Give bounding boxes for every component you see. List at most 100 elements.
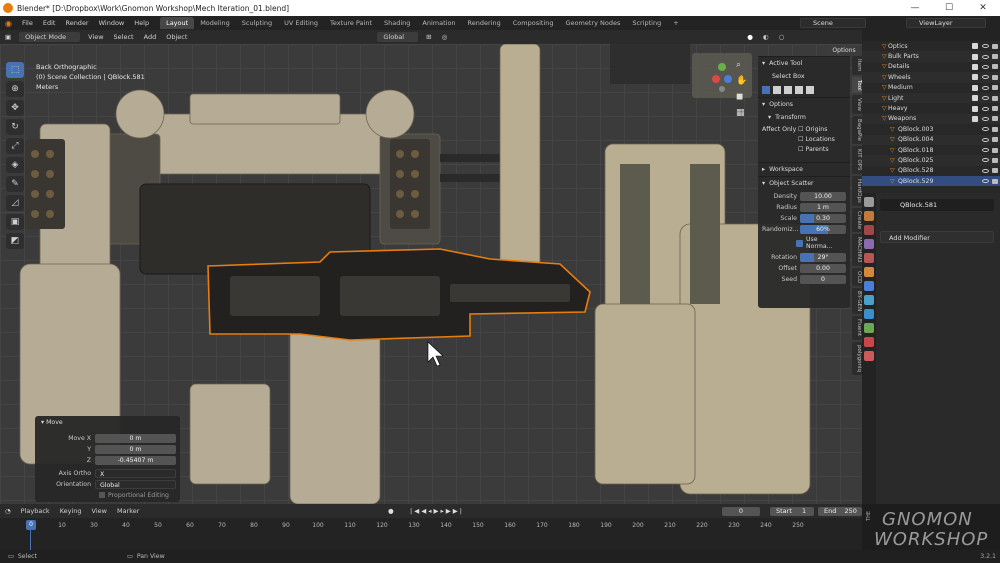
scene-props-icon[interactable] xyxy=(864,253,874,263)
outliner-item[interactable]: ▽ QBlock.003 xyxy=(862,124,1000,134)
close-button[interactable]: ✕ xyxy=(966,0,1000,16)
density-field[interactable]: 10.00 xyxy=(800,191,846,201)
menu-add[interactable]: Add xyxy=(139,33,162,41)
select-box-row[interactable]: Select Box xyxy=(758,70,850,83)
cursor-tool-icon[interactable]: ⊕ xyxy=(6,81,24,97)
menu-help[interactable]: Help xyxy=(129,19,154,27)
active-tool-section[interactable]: ▾ Active Tool xyxy=(758,56,850,70)
offset-field[interactable]: 0.00 xyxy=(800,263,846,273)
camera-icon[interactable] xyxy=(992,157,998,163)
tab-animation[interactable]: Animation xyxy=(416,17,461,29)
outliner-item[interactable]: ▽ Bulk Parts xyxy=(862,51,1000,62)
playback-controls[interactable]: |◀◀◂▶▸▶▶| xyxy=(410,507,464,515)
object-props-icon[interactable] xyxy=(864,267,874,277)
eye-icon[interactable] xyxy=(982,75,989,80)
orientation-dropdown[interactable]: Global xyxy=(377,32,419,42)
eye-icon[interactable] xyxy=(982,106,989,111)
render-props-icon[interactable] xyxy=(864,211,874,221)
shading-rendered-icon[interactable]: ○ xyxy=(774,33,790,41)
shading-solid-icon[interactable]: ● xyxy=(742,33,758,41)
scale-tool-icon[interactable]: ⤢ xyxy=(6,138,24,154)
outliner-item[interactable]: ▽ QBlock.528 xyxy=(862,166,1000,176)
menu-select[interactable]: Select xyxy=(109,33,139,41)
workspace-section[interactable]: ▸ Workspace xyxy=(758,162,850,176)
eye-icon[interactable] xyxy=(982,116,989,121)
snap-icon[interactable]: ⊞ xyxy=(421,33,436,41)
seed-field[interactable]: 0 xyxy=(800,274,846,284)
eye-icon[interactable] xyxy=(982,127,989,132)
minimize-button[interactable]: — xyxy=(898,0,932,16)
eye-icon[interactable] xyxy=(982,168,989,173)
move-x-field[interactable]: 0 m xyxy=(95,433,176,443)
camera-icon[interactable] xyxy=(992,64,998,70)
particles-icon[interactable] xyxy=(864,295,874,305)
camera-icon[interactable] xyxy=(992,85,998,91)
use-normal-checkbox[interactable] xyxy=(796,239,803,247)
pan-hand-icon[interactable]: ✋ xyxy=(736,76,747,86)
orientation-select[interactable]: Global xyxy=(95,479,176,489)
checkbox-icon[interactable] xyxy=(972,115,978,122)
tab-sculpting[interactable]: Sculpting xyxy=(236,17,278,29)
tab-shading[interactable]: Shading xyxy=(378,17,416,29)
outliner-item[interactable]: ▽ Light xyxy=(862,92,1000,104)
editor-type-icon[interactable]: ▣ xyxy=(0,33,16,41)
maximize-button[interactable]: ☐ xyxy=(932,0,966,16)
checkbox-icon[interactable] xyxy=(972,43,978,50)
outliner-item[interactable]: ▽ Heavy xyxy=(862,103,1000,113)
menu-window[interactable]: Window xyxy=(94,19,130,27)
camera-icon[interactable] xyxy=(992,168,998,174)
select-intersect-icon[interactable] xyxy=(806,86,814,94)
sidebar-tab-fluent[interactable]: Fluent xyxy=(852,316,862,340)
data-props-icon[interactable] xyxy=(864,323,874,333)
timeline-editor-icon[interactable]: ◔ xyxy=(0,507,16,515)
sidebar-tab-ocd[interactable]: OCD xyxy=(852,267,862,287)
outliner-item[interactable]: ▽ QBlock.018 xyxy=(862,145,1000,155)
scene-selector[interactable]: Scene xyxy=(800,18,866,28)
menu-view[interactable]: View xyxy=(83,33,108,41)
select-box-tool-icon[interactable]: ⬚ xyxy=(6,62,24,78)
blender-menu-icon[interactable]: ◉ xyxy=(0,19,17,28)
transform-section[interactable]: ▾ Transform xyxy=(758,111,850,124)
outliner-item[interactable]: ▽ Medium xyxy=(862,83,1000,93)
outliner-item-selected[interactable]: ▽ QBlock.529 xyxy=(862,176,1000,187)
sidebar-tab-tool[interactable]: Tool xyxy=(852,76,862,94)
add-workspace-button[interactable]: + xyxy=(667,17,684,29)
tab-geometry-nodes[interactable]: Geometry Nodes xyxy=(560,17,627,29)
outliner-item[interactable]: ▽ QBlock.025 xyxy=(862,155,1000,166)
camera-icon[interactable] xyxy=(992,106,998,112)
view-layer-props-icon[interactable] xyxy=(864,239,874,249)
camera-icon[interactable] xyxy=(992,116,998,122)
radius-field[interactable]: 1 m xyxy=(800,202,846,212)
eye-icon[interactable] xyxy=(982,54,989,59)
affect-origins-checkbox[interactable]: ☐ Origins xyxy=(798,126,827,133)
outliner-item[interactable]: ▽ Optics xyxy=(862,41,1000,51)
ortho-grid-icon[interactable]: ▦ xyxy=(736,108,747,118)
checkbox-icon[interactable] xyxy=(972,95,978,102)
tool-props-icon[interactable] xyxy=(864,197,874,207)
sidebar-tab-kitops[interactable]: KIT OPS xyxy=(852,146,862,174)
checkbox-icon[interactable] xyxy=(972,74,978,81)
select-new-icon[interactable] xyxy=(762,86,770,94)
tab-uv-editing[interactable]: UV Editing xyxy=(278,17,324,29)
eye-icon[interactable] xyxy=(982,158,989,163)
modifier-wrench-icon[interactable] xyxy=(864,281,874,291)
sidebar-tab-polygoniq[interactable]: polygoniq xyxy=(852,341,862,375)
sidebar-tab-bagapie[interactable]: BagaPie xyxy=(852,116,862,145)
move-panel-header[interactable]: ▾ Move xyxy=(35,416,180,429)
randomize-field[interactable]: 60% xyxy=(800,224,846,234)
eye-icon[interactable] xyxy=(982,64,989,69)
menu-file[interactable]: File xyxy=(17,19,38,27)
camera-icon[interactable] xyxy=(992,126,998,132)
timeline-menu-playback[interactable]: Playback xyxy=(16,507,55,515)
physics-icon[interactable] xyxy=(864,309,874,319)
rotate-tool-icon[interactable]: ↻ xyxy=(6,119,24,135)
proportional-checkbox[interactable] xyxy=(99,492,105,498)
sidebar-tab-item[interactable]: Item xyxy=(852,56,862,75)
scale-field[interactable]: 0.30 xyxy=(800,213,846,223)
proportional-row[interactable]: Proportional Editing xyxy=(39,490,176,500)
transform-tool-icon[interactable]: ◈ xyxy=(6,157,24,173)
eye-icon[interactable] xyxy=(982,96,989,101)
sidebar-tab-create[interactable]: Create xyxy=(852,207,862,233)
object-scatter-section[interactable]: ▾ Object Scatter xyxy=(758,176,850,190)
add-cube-tool-icon[interactable]: ▣ xyxy=(6,214,24,230)
